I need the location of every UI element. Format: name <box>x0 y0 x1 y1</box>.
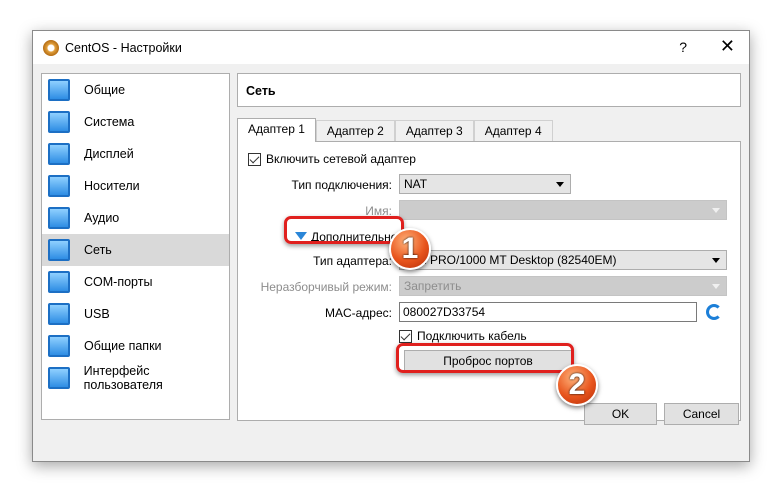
sidebar-item-label: COM-порты <box>84 275 153 289</box>
help-button[interactable]: ? <box>679 39 687 55</box>
checkbox-checked-icon <box>248 152 261 166</box>
title-bar: CentOS - Настройки ? ✕ <box>33 31 749 64</box>
enable-adapter-label: Включить сетевой адаптер <box>266 152 416 166</box>
sidebar-item-label: Интерфейс пользователя <box>83 364 163 392</box>
chevron-down-icon <box>712 208 720 217</box>
cancel-button[interactable]: Cancel <box>664 403 739 425</box>
serial-ports-icon <box>48 271 70 293</box>
sidebar-item-storage[interactable]: Носители <box>42 170 229 202</box>
step-1-badge: 1 <box>389 228 431 270</box>
promiscuous-label: Неразборчивый режим: <box>260 280 392 294</box>
sidebar-item-label: Аудио <box>84 211 120 225</box>
page-title: Сеть <box>237 73 741 107</box>
sidebar-item-usb[interactable]: USB <box>42 298 229 330</box>
sidebar-item-label: Общие папки <box>84 339 162 353</box>
sidebar-item-network[interactable]: Сеть <box>42 234 229 266</box>
user-interface-icon <box>48 367 70 389</box>
window-title: CentOS - Настройки <box>65 40 182 55</box>
shared-folders-icon <box>48 335 70 357</box>
storage-icon <box>48 175 70 197</box>
refresh-mac-icon[interactable] <box>706 304 722 320</box>
highlight-advanced <box>284 216 404 244</box>
name-select[interactable] <box>399 200 727 220</box>
general-icon <box>48 79 70 101</box>
cable-connected-checkbox[interactable]: Подключить кабель <box>399 329 527 343</box>
highlight-port-forwarding <box>396 343 574 373</box>
attached-to-label: Тип подключения: <box>291 178 392 192</box>
settings-sidebar: Общие Система Дисплей Носители Аудио Сеть COM-… <box>41 73 230 420</box>
sidebar-item-shared-folders[interactable]: Общие папки <box>42 330 229 362</box>
promiscuous-value: Запретить <box>404 279 462 293</box>
tab-adapter-4[interactable]: Адаптер 4 <box>473 120 553 141</box>
checkbox-checked-icon <box>399 329 412 343</box>
display-icon <box>48 143 70 165</box>
chevron-down-icon <box>712 258 720 267</box>
sidebar-item-label: USB <box>84 307 110 321</box>
tab-adapter-3[interactable]: Адаптер 3 <box>394 120 474 141</box>
usb-icon <box>48 303 70 325</box>
ok-button[interactable]: OK <box>584 403 657 425</box>
enable-adapter-checkbox[interactable]: Включить сетевой адаптер <box>248 152 416 166</box>
sidebar-item-system[interactable]: Система <box>42 106 229 138</box>
step-2-badge: 2 <box>556 364 598 406</box>
tab-adapter-1[interactable]: Адаптер 1 <box>237 118 316 142</box>
mac-address-input[interactable]: 080027D33754 <box>399 302 697 322</box>
sidebar-item-user-interface[interactable]: Интерфейс пользователя <box>42 362 229 394</box>
cable-connected-label: Подключить кабель <box>417 329 527 343</box>
audio-icon <box>48 207 70 229</box>
sidebar-item-general[interactable]: Общие <box>42 74 229 106</box>
sidebar-item-display[interactable]: Дисплей <box>42 138 229 170</box>
mac-label: MAC-адрес: <box>324 306 392 320</box>
adapter-type-label: Тип адаптера: <box>313 254 392 268</box>
adapter-type-select[interactable]: Intel PRO/1000 MT Desktop (82540EM) <box>399 250 727 270</box>
sidebar-item-label: Система <box>84 115 135 129</box>
attached-to-value: NAT <box>404 177 428 191</box>
adapter-type-value: Intel PRO/1000 MT Desktop (82540EM) <box>404 253 617 267</box>
app-gear-icon <box>43 39 59 56</box>
sidebar-item-label: Сеть <box>84 243 112 257</box>
sidebar-item-label: Общие <box>84 83 126 97</box>
promiscuous-select[interactable]: Запретить <box>399 276 727 296</box>
sidebar-item-serial-ports[interactable]: COM-порты <box>42 266 229 298</box>
attached-to-select[interactable]: NAT <box>399 174 571 194</box>
adapter-panel: Включить сетевой адаптер Тип подключения… <box>237 141 741 421</box>
chevron-down-icon <box>712 284 720 293</box>
sidebar-item-label: Носители <box>84 179 140 193</box>
network-icon <box>48 239 70 261</box>
system-icon <box>48 111 70 133</box>
tab-adapter-2[interactable]: Адаптер 2 <box>315 120 395 141</box>
sidebar-item-label: Дисплей <box>84 147 134 161</box>
close-button[interactable]: ✕ <box>720 36 735 57</box>
adapter-tabs: Адаптер 1 Адаптер 2 Адаптер 3 Адаптер 4 <box>237 118 553 142</box>
chevron-down-icon <box>556 182 564 191</box>
sidebar-item-audio[interactable]: Аудио <box>42 202 229 234</box>
